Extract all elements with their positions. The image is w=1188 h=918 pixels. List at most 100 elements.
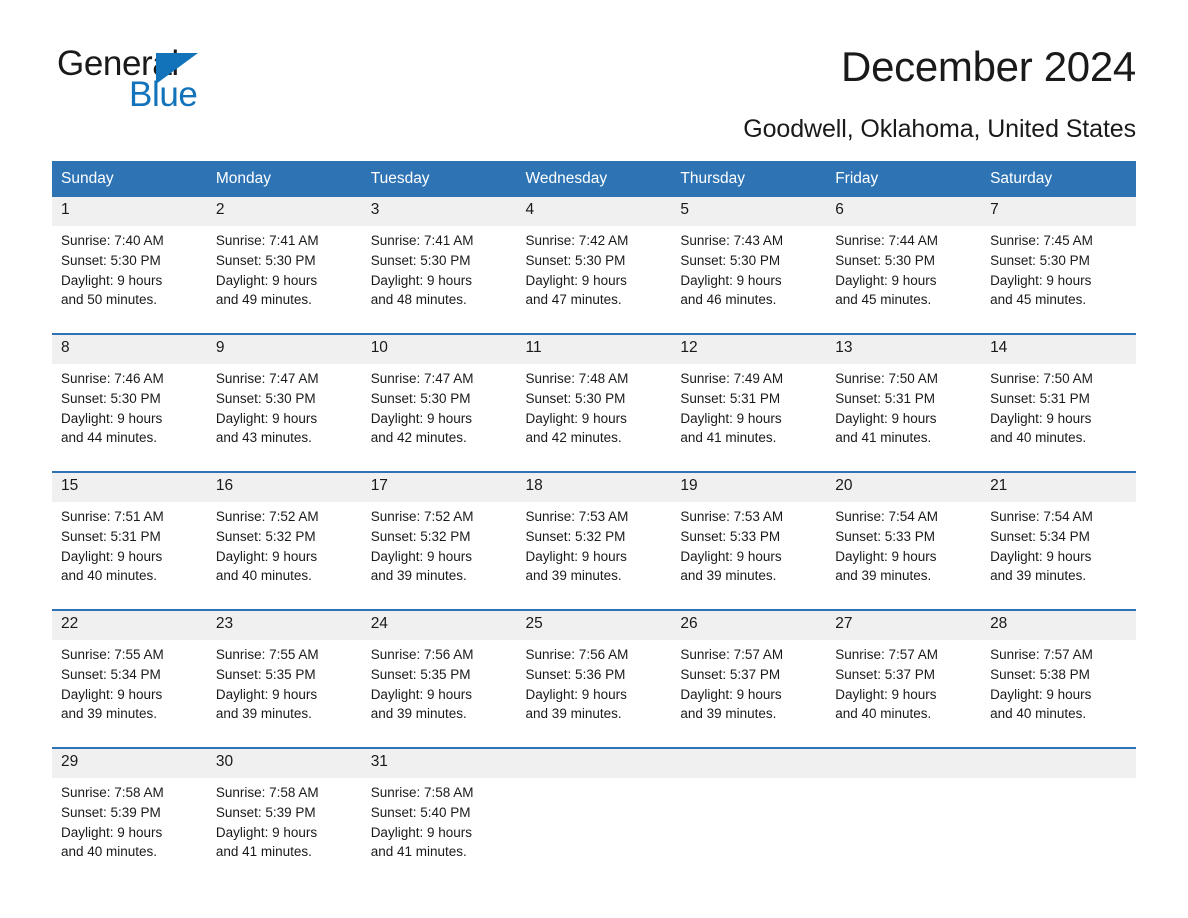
daylight-text-line2: and 39 minutes.	[370, 568, 467, 584]
day-cell: Sunrise: 7:54 AM Sunset: 5:34 PM Dayligh…	[981, 502, 1136, 610]
sunset-text: Sunset: 5:32 PM	[215, 528, 316, 544]
daylight-text-line2: and 40 minutes.	[990, 430, 1087, 446]
daylight-text-line1: Daylight: 9 hours	[215, 410, 318, 426]
daylight-text-line1: Daylight: 9 hours	[990, 686, 1092, 702]
day-cell: Sunrise: 7:48 AM Sunset: 5:30 PM Dayligh…	[516, 364, 672, 472]
weekday-header-row: Sunday Monday Tuesday Wednesday Thursday…	[52, 161, 1136, 197]
sunset-text: Sunset: 5:30 PM	[61, 390, 161, 406]
daylight-text-line1: Daylight: 9 hours	[61, 824, 163, 840]
daylight-text-line2: and 45 minutes.	[835, 292, 932, 308]
day-number: 29	[52, 747, 207, 778]
sunset-text: Sunset: 5:32 PM	[525, 528, 626, 544]
weekday-header-sunday: Sunday	[52, 161, 207, 197]
daylight-text-line2: and 39 minutes.	[215, 706, 312, 722]
week-daynum-row: 8 9 10 11 12 13 14	[52, 333, 1136, 364]
sunrise-text: Sunrise: 7:44 AM	[835, 233, 939, 248]
day-cell: Sunrise: 7:52 AM Sunset: 5:32 PM Dayligh…	[206, 502, 362, 610]
day-number: 27	[826, 609, 982, 640]
daylight-text-line1: Daylight: 9 hours	[370, 686, 472, 702]
daylight-text-line2: and 39 minutes.	[990, 568, 1087, 584]
sunset-text: Sunset: 5:30 PM	[680, 252, 781, 268]
day-number: 18	[516, 471, 672, 502]
day-cell: Sunrise: 7:49 AM Sunset: 5:31 PM Dayligh…	[671, 364, 827, 472]
sunrise-text: Sunrise: 7:55 AM	[215, 647, 319, 662]
daylight-text-line2: and 41 minutes.	[680, 430, 777, 446]
day-number: 15	[52, 471, 207, 502]
sunset-text: Sunset: 5:31 PM	[835, 390, 936, 406]
logo-text-blue: Blue	[129, 75, 198, 114]
sunrise-text: Sunrise: 7:57 AM	[990, 647, 1093, 662]
daylight-text-line2: and 49 minutes.	[215, 292, 312, 308]
daylight-text-line2: and 44 minutes.	[61, 430, 158, 446]
weekday-header-saturday: Saturday	[981, 161, 1136, 197]
day-number: 3	[361, 197, 517, 226]
daylight-text-line2: and 40 minutes.	[215, 568, 312, 584]
day-number: 26	[671, 609, 827, 640]
daylight-text-line1: Daylight: 9 hours	[370, 410, 472, 426]
sunrise-text: Sunrise: 7:58 AM	[370, 785, 474, 800]
daylight-text-line1: Daylight: 9 hours	[835, 272, 937, 288]
sunrise-text: Sunrise: 7:56 AM	[525, 647, 629, 662]
day-cell: Sunrise: 7:45 AM Sunset: 5:30 PM Dayligh…	[981, 226, 1136, 334]
day-cell: Sunrise: 7:53 AM Sunset: 5:32 PM Dayligh…	[516, 502, 672, 610]
day-cell: Sunrise: 7:46 AM Sunset: 5:30 PM Dayligh…	[52, 364, 207, 472]
sunrise-sunset-calendar-table: Sunday Monday Tuesday Wednesday Thursday…	[52, 161, 1136, 885]
daylight-text-line1: Daylight: 9 hours	[990, 410, 1092, 426]
daylight-text-line2: and 47 minutes.	[525, 292, 622, 308]
day-number: 7	[981, 197, 1136, 226]
sunrise-text: Sunrise: 7:54 AM	[835, 509, 939, 524]
week-daynum-row: 1 2 3 4 5 6 7	[52, 197, 1136, 226]
daylight-text-line2: and 40 minutes.	[61, 568, 158, 584]
daylight-text-line1: Daylight: 9 hours	[525, 410, 627, 426]
sunrise-text: Sunrise: 7:57 AM	[835, 647, 939, 662]
sunrise-text: Sunrise: 7:47 AM	[215, 371, 319, 386]
sunset-text: Sunset: 5:40 PM	[370, 804, 471, 820]
day-cell: Sunrise: 7:56 AM Sunset: 5:36 PM Dayligh…	[516, 640, 672, 748]
sunrise-text: Sunrise: 7:47 AM	[370, 371, 474, 386]
daylight-text-line1: Daylight: 9 hours	[215, 824, 318, 840]
week-daynum-row: 15 16 17 18 19 20 21	[52, 471, 1136, 502]
day-number: 1	[52, 197, 207, 226]
sunset-text: Sunset: 5:30 PM	[525, 252, 626, 268]
sunrise-text: Sunrise: 7:48 AM	[525, 371, 629, 386]
day-number: 22	[52, 609, 207, 640]
daylight-text-line2: and 40 minutes.	[835, 706, 932, 722]
daylight-text-line2: and 39 minutes.	[525, 706, 622, 722]
daylight-text-line1: Daylight: 9 hours	[61, 686, 163, 702]
page-title: December 2024	[841, 43, 1136, 90]
day-cell: Sunrise: 7:43 AM Sunset: 5:30 PM Dayligh…	[671, 226, 827, 334]
sunrise-text: Sunrise: 7:52 AM	[370, 509, 474, 524]
sunset-text: Sunset: 5:37 PM	[680, 666, 781, 682]
sunset-text: Sunset: 5:30 PM	[215, 390, 316, 406]
sunrise-text: Sunrise: 7:40 AM	[61, 233, 164, 248]
sunrise-text: Sunrise: 7:53 AM	[680, 509, 784, 524]
sunset-text: Sunset: 5:38 PM	[990, 666, 1090, 682]
week-info-row: Sunrise: 7:40 AM Sunset: 5:30 PM Dayligh…	[52, 226, 1136, 334]
daylight-text-line2: and 42 minutes.	[525, 430, 622, 446]
daylight-text-line1: Daylight: 9 hours	[835, 548, 937, 564]
daylight-text-line2: and 41 minutes.	[215, 844, 312, 860]
daylight-text-line1: Daylight: 9 hours	[215, 272, 318, 288]
day-cell-empty	[981, 778, 1136, 885]
sunset-text: Sunset: 5:35 PM	[370, 666, 471, 682]
sunset-text: Sunset: 5:36 PM	[525, 666, 626, 682]
sunrise-text: Sunrise: 7:58 AM	[61, 785, 164, 800]
sunrise-text: Sunrise: 7:41 AM	[215, 233, 319, 248]
weekday-header-friday: Friday	[826, 161, 982, 197]
sunset-text: Sunset: 5:30 PM	[215, 252, 316, 268]
day-cell-empty	[826, 778, 982, 885]
calendar-page: General Blue December 2024 Goodwell, Okl…	[0, 0, 1188, 918]
daylight-text-line2: and 39 minutes.	[61, 706, 158, 722]
day-cell: Sunrise: 7:50 AM Sunset: 5:31 PM Dayligh…	[826, 364, 982, 472]
daylight-text-line2: and 41 minutes.	[835, 430, 932, 446]
day-number: 8	[52, 333, 207, 364]
sunrise-text: Sunrise: 7:56 AM	[370, 647, 474, 662]
sunrise-text: Sunrise: 7:45 AM	[990, 233, 1093, 248]
day-cell: Sunrise: 7:55 AM Sunset: 5:35 PM Dayligh…	[206, 640, 362, 748]
daylight-text-line2: and 40 minutes.	[61, 844, 158, 860]
day-number-empty	[516, 747, 672, 778]
daylight-text-line1: Daylight: 9 hours	[370, 272, 472, 288]
daylight-text-line1: Daylight: 9 hours	[835, 686, 937, 702]
daylight-text-line2: and 45 minutes.	[990, 292, 1087, 308]
daylight-text-line2: and 39 minutes.	[680, 568, 777, 584]
